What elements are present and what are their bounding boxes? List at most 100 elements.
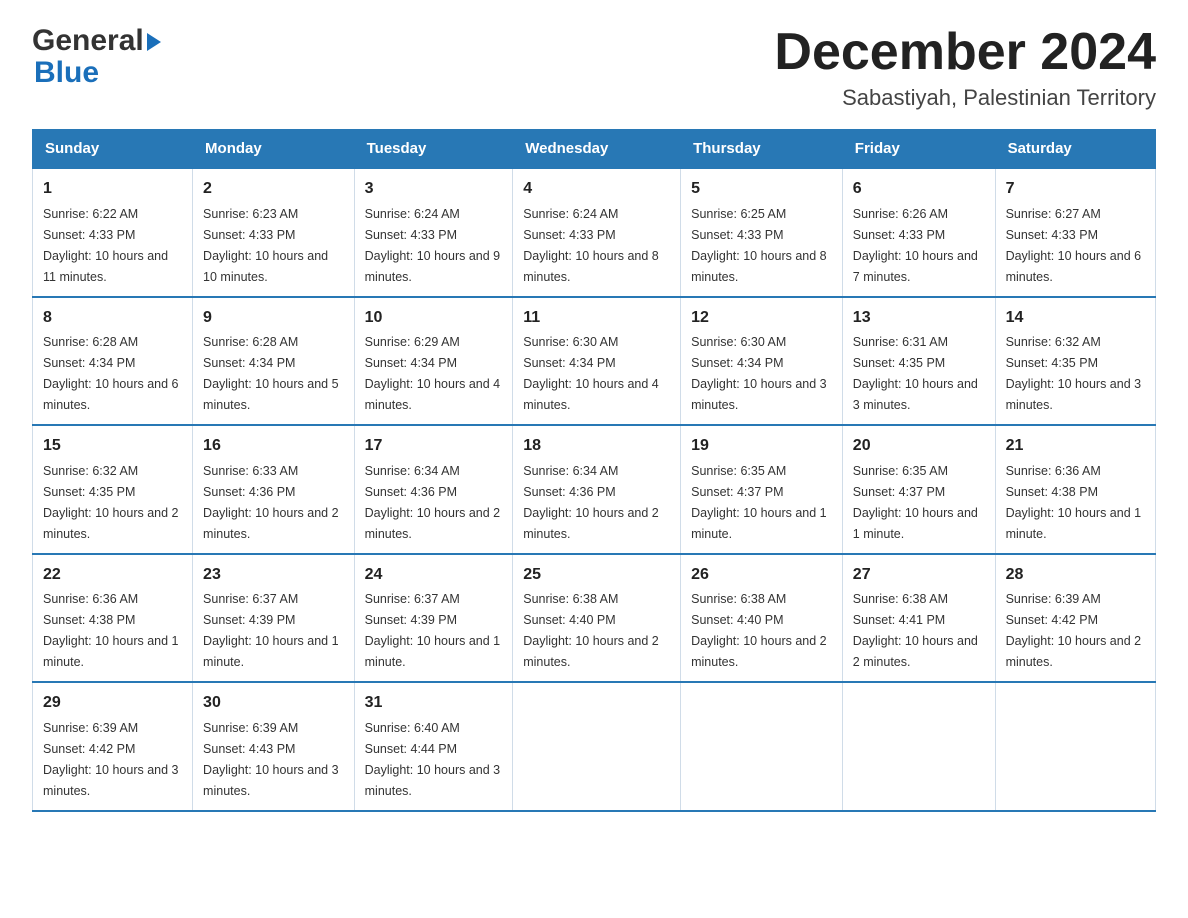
day-number: 4 [523, 177, 670, 202]
calendar-week-row: 1 Sunrise: 6:22 AMSunset: 4:33 PMDaylight… [33, 168, 1156, 296]
day-info: Sunrise: 6:34 AMSunset: 4:36 PMDaylight:… [523, 464, 659, 541]
day-number: 21 [1006, 434, 1145, 459]
table-row [513, 682, 681, 810]
day-number: 3 [365, 177, 503, 202]
day-info: Sunrise: 6:37 AMSunset: 4:39 PMDaylight:… [203, 592, 339, 669]
table-row [681, 682, 843, 810]
day-info: Sunrise: 6:39 AMSunset: 4:42 PMDaylight:… [43, 721, 179, 798]
day-number: 19 [691, 434, 832, 459]
logo-general-text: General [32, 24, 144, 58]
day-info: Sunrise: 6:25 AMSunset: 4:33 PMDaylight:… [691, 207, 827, 284]
day-number: 11 [523, 306, 670, 331]
table-row: 2Sunrise: 6:23 AMSunset: 4:33 PMDaylight… [193, 168, 355, 296]
day-info: Sunrise: 6:32 AMSunset: 4:35 PMDaylight:… [43, 464, 179, 541]
day-number: 10 [365, 306, 503, 331]
col-thursday: Thursday [681, 130, 843, 169]
day-info: Sunrise: 6:35 AMSunset: 4:37 PMDaylight:… [691, 464, 827, 541]
calendar-table: Sunday Monday Tuesday Wednesday Thursday… [32, 129, 1156, 811]
day-info: Sunrise: 6:39 AMSunset: 4:43 PMDaylight:… [203, 721, 339, 798]
calendar-week-row: 8Sunrise: 6:28 AMSunset: 4:34 PMDaylight… [33, 297, 1156, 425]
table-row: 30 Sunrise: 6:39 AMSunset: 4:43 PMDayligh… [193, 682, 355, 810]
calendar-header-row: Sunday Monday Tuesday Wednesday Thursday… [33, 130, 1156, 169]
day-number: 29 [43, 691, 182, 716]
table-row [842, 682, 995, 810]
day-info: Sunrise: 6:28 AMSunset: 4:34 PMDaylight:… [203, 335, 339, 412]
table-row: 8Sunrise: 6:28 AMSunset: 4:34 PMDaylight… [33, 297, 193, 425]
table-row: 5 Sunrise: 6:25 AMSunset: 4:33 PMDaylight… [681, 168, 843, 296]
day-number: 1 [43, 177, 182, 202]
day-info: Sunrise: 6:30 AMSunset: 4:34 PMDaylight:… [523, 335, 659, 412]
day-info: Sunrise: 6:27 AMSunset: 4:33 PMDaylight:… [1006, 207, 1142, 284]
day-number: 18 [523, 434, 670, 459]
calendar-subtitle: Sabastiyah, Palestinian Territory [774, 85, 1156, 111]
calendar-week-row: 15 Sunrise: 6:32 AMSunset: 4:35 PMDayligh… [33, 425, 1156, 553]
day-info: Sunrise: 6:38 AMSunset: 4:40 PMDaylight:… [691, 592, 827, 669]
calendar-week-row: 29 Sunrise: 6:39 AMSunset: 4:42 PMDayligh… [33, 682, 1156, 810]
table-row: 19 Sunrise: 6:35 AMSunset: 4:37 PMDayligh… [681, 425, 843, 553]
day-number: 23 [203, 563, 344, 588]
day-number: 2 [203, 177, 344, 202]
day-number: 27 [853, 563, 985, 588]
day-number: 5 [691, 177, 832, 202]
day-info: Sunrise: 6:24 AMSunset: 4:33 PMDaylight:… [365, 207, 501, 284]
table-row: 6Sunrise: 6:26 AMSunset: 4:33 PMDaylight… [842, 168, 995, 296]
day-info: Sunrise: 6:26 AMSunset: 4:33 PMDaylight:… [853, 207, 978, 284]
logo: General Blue [32, 24, 161, 90]
table-row [995, 682, 1155, 810]
day-number: 26 [691, 563, 832, 588]
table-row: 7 Sunrise: 6:27 AMSunset: 4:33 PMDaylight… [995, 168, 1155, 296]
table-row: 24Sunrise: 6:37 AMSunset: 4:39 PMDayligh… [354, 554, 513, 682]
day-info: Sunrise: 6:22 AMSunset: 4:33 PMDaylight:… [43, 207, 168, 284]
table-row: 25 Sunrise: 6:38 AMSunset: 4:40 PMDayligh… [513, 554, 681, 682]
table-row: 20Sunrise: 6:35 AMSunset: 4:37 PMDayligh… [842, 425, 995, 553]
header: General Blue December 2024 Sabastiyah, P… [32, 24, 1156, 111]
table-row: 4 Sunrise: 6:24 AMSunset: 4:33 PMDaylight… [513, 168, 681, 296]
table-row: 29 Sunrise: 6:39 AMSunset: 4:42 PMDayligh… [33, 682, 193, 810]
day-info: Sunrise: 6:24 AMSunset: 4:33 PMDaylight:… [523, 207, 659, 284]
table-row: 23 Sunrise: 6:37 AMSunset: 4:39 PMDayligh… [193, 554, 355, 682]
day-number: 7 [1006, 177, 1145, 202]
day-number: 30 [203, 691, 344, 716]
table-row: 1 Sunrise: 6:22 AMSunset: 4:33 PMDaylight… [33, 168, 193, 296]
day-info: Sunrise: 6:36 AMSunset: 4:38 PMDaylight:… [43, 592, 179, 669]
day-info: Sunrise: 6:40 AMSunset: 4:44 PMDaylight:… [365, 721, 501, 798]
day-info: Sunrise: 6:39 AMSunset: 4:42 PMDaylight:… [1006, 592, 1142, 669]
title-area: December 2024 Sabastiyah, Palestinian Te… [774, 24, 1156, 111]
day-info: Sunrise: 6:32 AMSunset: 4:35 PMDaylight:… [1006, 335, 1142, 412]
col-tuesday: Tuesday [354, 130, 513, 169]
day-number: 16 [203, 434, 344, 459]
table-row: 12 Sunrise: 6:30 AMSunset: 4:34 PMDayligh… [681, 297, 843, 425]
table-row: 26 Sunrise: 6:38 AMSunset: 4:40 PMDayligh… [681, 554, 843, 682]
day-number: 13 [853, 306, 985, 331]
logo-arrow-icon [147, 33, 161, 51]
col-wednesday: Wednesday [513, 130, 681, 169]
day-number: 9 [203, 306, 344, 331]
day-number: 22 [43, 563, 182, 588]
table-row: 10Sunrise: 6:29 AMSunset: 4:34 PMDayligh… [354, 297, 513, 425]
table-row: 28 Sunrise: 6:39 AMSunset: 4:42 PMDayligh… [995, 554, 1155, 682]
day-info: Sunrise: 6:30 AMSunset: 4:34 PMDaylight:… [691, 335, 827, 412]
day-number: 20 [853, 434, 985, 459]
table-row: 15 Sunrise: 6:32 AMSunset: 4:35 PMDayligh… [33, 425, 193, 553]
day-info: Sunrise: 6:36 AMSunset: 4:38 PMDaylight:… [1006, 464, 1142, 541]
col-friday: Friday [842, 130, 995, 169]
day-number: 28 [1006, 563, 1145, 588]
day-info: Sunrise: 6:38 AMSunset: 4:41 PMDaylight:… [853, 592, 978, 669]
col-monday: Monday [193, 130, 355, 169]
logo-blue-text: Blue [34, 56, 99, 89]
day-number: 17 [365, 434, 503, 459]
day-info: Sunrise: 6:34 AMSunset: 4:36 PMDaylight:… [365, 464, 501, 541]
table-row: 22 Sunrise: 6:36 AMSunset: 4:38 PMDayligh… [33, 554, 193, 682]
day-info: Sunrise: 6:28 AMSunset: 4:34 PMDaylight:… [43, 335, 179, 412]
table-row: 14 Sunrise: 6:32 AMSunset: 4:35 PMDayligh… [995, 297, 1155, 425]
day-number: 24 [365, 563, 503, 588]
col-saturday: Saturday [995, 130, 1155, 169]
day-number: 12 [691, 306, 832, 331]
day-number: 14 [1006, 306, 1145, 331]
col-sunday: Sunday [33, 130, 193, 169]
day-number: 15 [43, 434, 182, 459]
calendar-week-row: 22 Sunrise: 6:36 AMSunset: 4:38 PMDayligh… [33, 554, 1156, 682]
day-info: Sunrise: 6:38 AMSunset: 4:40 PMDaylight:… [523, 592, 659, 669]
table-row: 17 Sunrise: 6:34 AMSunset: 4:36 PMDayligh… [354, 425, 513, 553]
day-number: 25 [523, 563, 670, 588]
